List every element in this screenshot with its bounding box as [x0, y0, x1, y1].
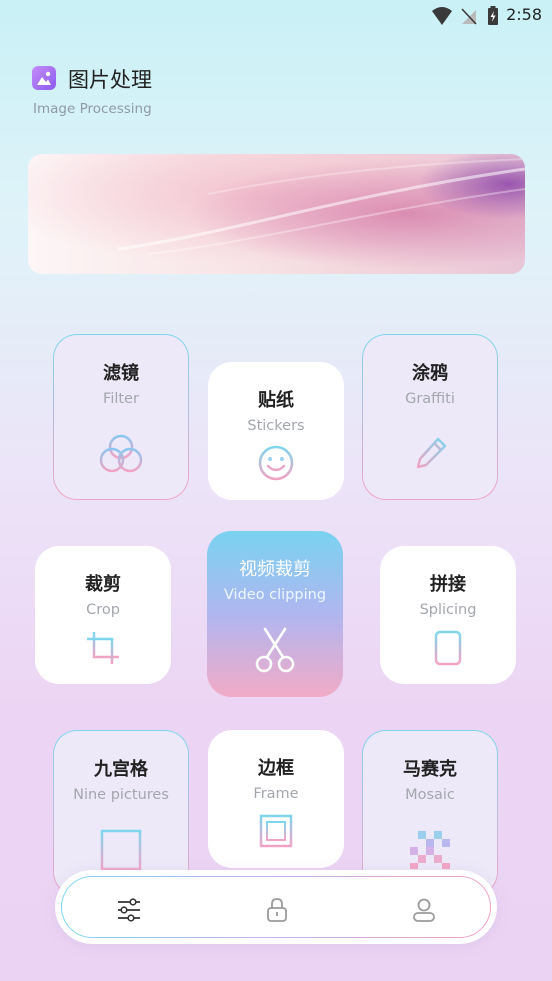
- nav-privacy[interactable]: [262, 895, 292, 925]
- nav-tools[interactable]: [114, 895, 144, 925]
- tool-mosaic-title: 马赛克: [403, 759, 457, 780]
- tool-nine-pictures-title: 九宫格: [94, 759, 148, 780]
- tool-filter[interactable]: 滤镜 Filter: [53, 334, 189, 500]
- no-signal-icon: [461, 8, 477, 25]
- tool-video-clipping[interactable]: 视频裁剪 Video clipping: [207, 531, 343, 697]
- bottom-nav-inner: [61, 876, 491, 938]
- lock-icon: [267, 898, 287, 922]
- frame-icon: [259, 814, 293, 848]
- page-title: 图片处理: [68, 68, 152, 92]
- status-bar: 2:58: [0, 0, 552, 32]
- tool-splicing-subtitle: Splicing: [419, 602, 477, 618]
- tool-video-clipping-subtitle: Video clipping: [223, 587, 327, 603]
- tool-graffiti[interactable]: 涂鸦 Graffiti: [362, 334, 498, 500]
- bottom-nav: [55, 870, 497, 944]
- banner-image[interactable]: [28, 154, 525, 274]
- tool-stickers-title: 贴纸: [258, 390, 294, 411]
- battery-icon: [488, 6, 498, 25]
- tool-stickers[interactable]: 贴纸 Stickers: [208, 362, 344, 500]
- page-subtitle: Image Processing: [33, 101, 152, 117]
- splice-icon: [434, 630, 462, 666]
- sliders-icon: [118, 898, 140, 922]
- user-icon: [413, 898, 435, 922]
- mosaic-icon: [410, 831, 450, 869]
- tool-frame-subtitle: Frame: [253, 786, 299, 802]
- filter-icon: [99, 434, 143, 473]
- grid-icon: [100, 829, 142, 871]
- tool-stickers-subtitle: Stickers: [247, 418, 305, 434]
- tool-mosaic-subtitle: Mosaic: [405, 787, 455, 803]
- crop-icon: [87, 632, 119, 664]
- tool-graffiti-subtitle: Graffiti: [405, 391, 455, 407]
- tool-crop[interactable]: 裁剪 Crop: [35, 546, 171, 684]
- smiley-icon: [258, 445, 294, 481]
- pencil-icon: [416, 437, 447, 469]
- app-logo-icon: [32, 66, 56, 90]
- tool-filter-subtitle: Filter: [103, 391, 139, 407]
- tool-video-clipping-title: 视频裁剪: [239, 559, 311, 580]
- tool-crop-title: 裁剪: [85, 574, 121, 595]
- tool-frame-title: 边框: [258, 758, 294, 779]
- tool-graffiti-title: 涂鸦: [412, 363, 448, 384]
- nav-profile[interactable]: [409, 895, 439, 925]
- tool-crop-subtitle: Crop: [86, 602, 120, 618]
- status-time: 2:58: [506, 5, 542, 24]
- tool-splicing-title: 拼接: [430, 574, 466, 595]
- tool-filter-title: 滤镜: [103, 363, 139, 384]
- scissors-icon: [255, 627, 295, 673]
- tool-splicing[interactable]: 拼接 Splicing: [380, 546, 516, 684]
- wifi-icon: [432, 7, 452, 25]
- tool-frame[interactable]: 边框 Frame: [208, 730, 344, 868]
- tool-nine-pictures-subtitle: Nine pictures: [73, 787, 169, 803]
